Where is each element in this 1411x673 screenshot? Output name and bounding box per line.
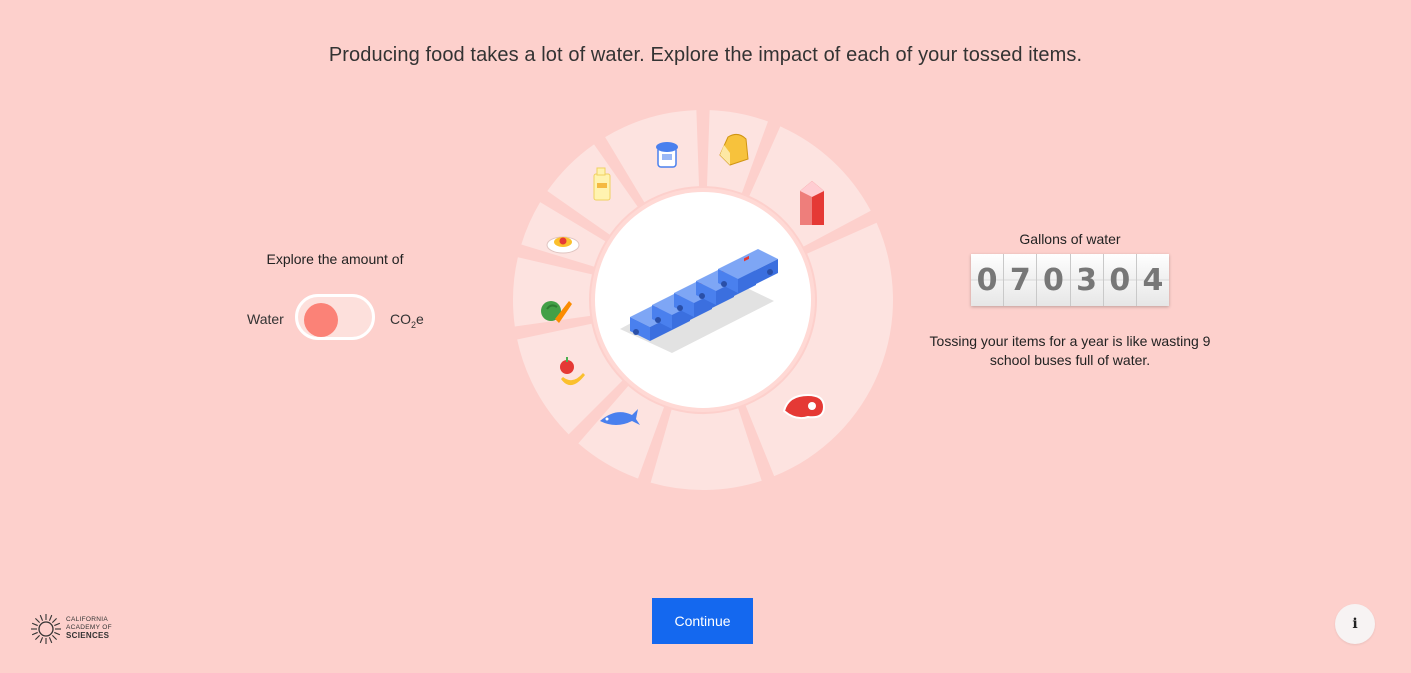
info-button[interactable]: i	[1335, 604, 1375, 644]
academy-logo: CALIFORNIA ACADEMY OF SCIENCES	[30, 612, 120, 646]
logo-text: CALIFORNIA ACADEMY OF SCIENCES	[66, 616, 112, 640]
counter-digit: 4	[1136, 254, 1170, 306]
sun-logo-icon	[31, 614, 61, 644]
explore-label: Explore the amount of	[266, 251, 404, 267]
toggle-knob[interactable]	[304, 303, 338, 337]
counter-digit: 0	[1037, 254, 1071, 306]
gallons-label: Gallons of water	[1019, 231, 1121, 247]
water-co2-toggle[interactable]	[295, 294, 375, 340]
co2e-option-label[interactable]: CO2e	[390, 311, 424, 330]
page-headline: Producing food takes a lot of water. Exp…	[328, 44, 1083, 66]
metric-toggle-row: Water CO2e	[247, 294, 447, 344]
food-wheel-svg	[513, 110, 893, 490]
pasta-icon[interactable]	[546, 236, 580, 254]
food-wheel	[512, 109, 894, 491]
water-option-label[interactable]: Water	[247, 311, 284, 327]
gallons-counter: 0 7 0 3 0 4	[971, 254, 1170, 306]
wheel-segment[interactable]	[650, 408, 762, 490]
continue-button[interactable]: Continue	[652, 598, 753, 644]
counter-digit: 0	[971, 254, 1005, 306]
yogurt-icon[interactable]	[656, 142, 678, 168]
counter-digit: 0	[1103, 254, 1137, 306]
water-fact: Tossing your items for a year is like wa…	[929, 333, 1211, 368]
counter-digit: 7	[1004, 254, 1038, 306]
counter-digit: 3	[1070, 254, 1104, 306]
